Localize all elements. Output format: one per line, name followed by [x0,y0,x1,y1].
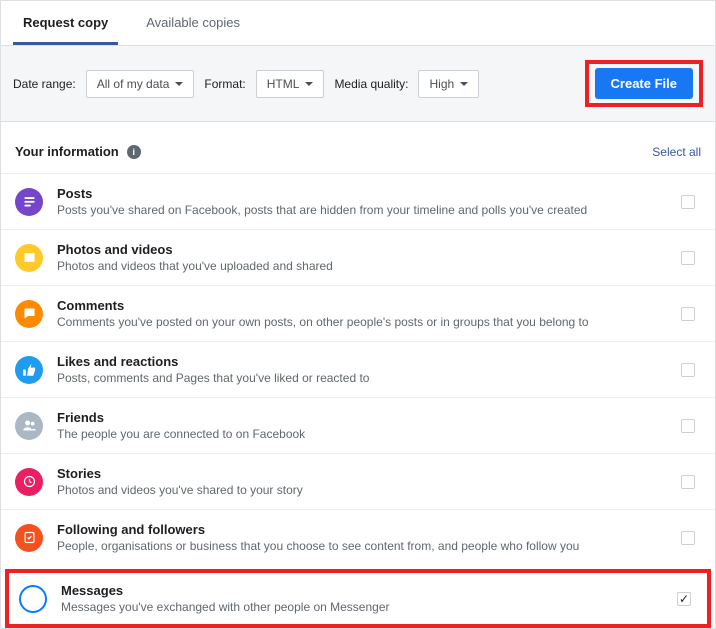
section-header: Your information i Select all [1,122,715,173]
messages-icon [19,585,47,613]
item-title: Friends [57,410,667,425]
controls-bar: Date range: All of my data Format: HTML … [1,46,715,122]
friends-icon [15,412,43,440]
item-desc: Posts, comments and Pages that you've li… [57,371,667,385]
item-desc: Messages you've exchanged with other peo… [61,600,663,614]
item-checkbox[interactable] [681,363,695,377]
item-text: Likes and reactions Posts, comments and P… [57,354,667,385]
date-range-value: All of my data [97,77,170,91]
item-checkbox[interactable] [677,592,691,606]
item-title: Stories [57,466,667,481]
format-select[interactable]: HTML [256,70,325,98]
following-icon [15,524,43,552]
item-desc: People, organisations or business that y… [57,539,667,553]
stories-icon [15,468,43,496]
item-checkbox[interactable] [681,475,695,489]
caret-down-icon [460,82,468,86]
select-all-link[interactable]: Select all [652,145,701,159]
list-item[interactable]: Messages Messages you've exchanged with o… [5,569,711,628]
item-text: Stories Photos and videos you've shared t… [57,466,667,497]
date-range-select[interactable]: All of my data [86,70,195,98]
item-checkbox[interactable] [681,251,695,265]
item-desc: Comments you've posted on your own posts… [57,315,667,329]
item-desc: Photos and videos you've shared to your … [57,483,667,497]
item-checkbox[interactable] [681,307,695,321]
item-text: Following and followers People, organisat… [57,522,667,553]
list-item[interactable]: Likes and reactions Posts, comments and P… [1,341,715,397]
media-quality-label: Media quality: [334,77,408,91]
item-title: Comments [57,298,667,313]
item-desc: Photos and videos that you've uploaded a… [57,259,667,273]
create-file-button[interactable]: Create File [595,68,693,99]
tab-available-copies[interactable]: Available copies [136,1,250,45]
item-checkbox[interactable] [681,195,695,209]
posts-icon [15,188,43,216]
item-checkbox[interactable] [681,419,695,433]
caret-down-icon [175,82,183,86]
item-desc: The people you are connected to on Faceb… [57,427,667,441]
info-icon[interactable]: i [127,145,141,159]
caret-down-icon [305,82,313,86]
likes-icon [15,356,43,384]
item-title: Posts [57,186,667,201]
create-file-highlight: Create File [585,60,703,107]
photos-icon [15,244,43,272]
media-quality-select[interactable]: High [418,70,479,98]
date-range-label: Date range: [13,77,76,91]
download-info-panel: Request copy Available copies Date range… [0,0,716,629]
section-title: Your information [15,144,119,159]
media-quality-value: High [429,77,454,91]
list-item[interactable]: Photos and videos Photos and videos that … [1,229,715,285]
list-item[interactable]: Following and followers People, organisat… [1,509,715,565]
information-list: Posts Posts you've shared on Facebook, po… [1,173,715,628]
tab-request-copy[interactable]: Request copy [13,1,118,45]
item-title: Following and followers [57,522,667,537]
item-text: Messages Messages you've exchanged with o… [61,583,663,614]
list-item[interactable]: Stories Photos and videos you've shared t… [1,453,715,509]
comments-icon [15,300,43,328]
tabs: Request copy Available copies [1,1,715,46]
format-value: HTML [267,77,300,91]
list-item[interactable]: Friends The people you are connected to o… [1,397,715,453]
item-title: Likes and reactions [57,354,667,369]
item-title: Messages [61,583,663,598]
item-text: Posts Posts you've shared on Facebook, po… [57,186,667,217]
item-text: Comments Comments you've posted on your o… [57,298,667,329]
list-item[interactable]: Posts Posts you've shared on Facebook, po… [1,173,715,229]
format-label: Format: [204,77,245,91]
item-desc: Posts you've shared on Facebook, posts t… [57,203,667,217]
item-text: Friends The people you are connected to o… [57,410,667,441]
item-checkbox[interactable] [681,531,695,545]
list-item[interactable]: Comments Comments you've posted on your o… [1,285,715,341]
item-title: Photos and videos [57,242,667,257]
item-text: Photos and videos Photos and videos that … [57,242,667,273]
